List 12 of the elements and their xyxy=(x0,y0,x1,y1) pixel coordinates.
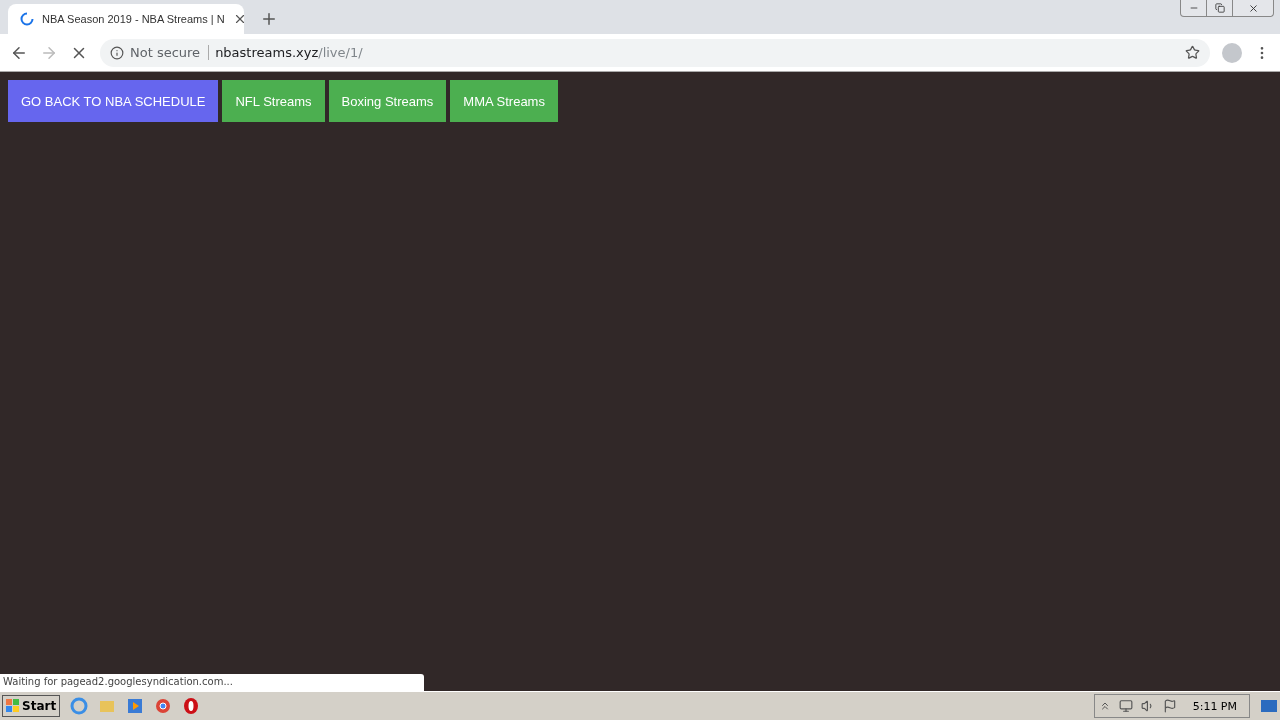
clock: 5:11 PM xyxy=(1191,699,1238,713)
address-bar[interactable]: Not secure nbastreams.xyz/live/1/ xyxy=(100,38,1210,67)
security-label: Not secure xyxy=(130,45,210,60)
nav-button[interactable]: GO BACK TO NBA SCHEDULE xyxy=(8,80,219,122)
tab-title: NBA Season 2019 - NBA Streams | N xyxy=(42,13,225,25)
nav-button[interactable]: MMA Streams xyxy=(450,80,558,122)
url-text: nbastreams.xyz/live/1/ xyxy=(215,45,363,60)
nav-button[interactable]: Boxing Streams xyxy=(328,80,447,122)
nav-button[interactable]: NFL Streams xyxy=(222,80,325,122)
start-button[interactable]: Start xyxy=(2,695,61,717)
browser-tab[interactable]: NBA Season 2019 - NBA Streams | N xyxy=(8,4,244,34)
status-bubble: Waiting for pagead2.googlesyndication.com... xyxy=(0,674,424,692)
